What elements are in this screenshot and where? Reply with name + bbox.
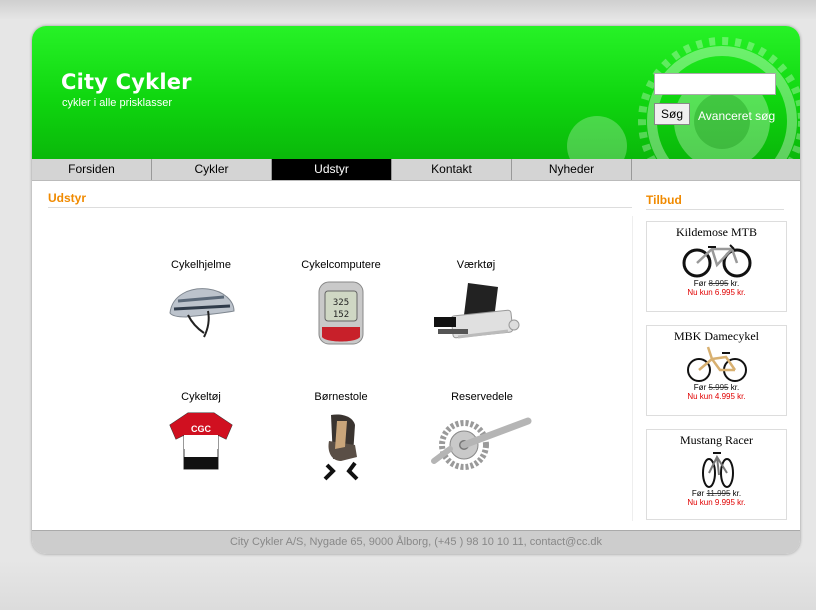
svg-text:CGC: CGC [191,424,212,434]
footer-contact-text: City Cykler A/S, Nygade 65, 9000 Ålborg,… [229,536,603,548]
svg-text:152: 152 [333,310,349,320]
category-clothing[interactable]: Cykeltøj CGC [141,391,261,471]
search-input[interactable] [654,73,776,95]
offer-now-price: Nu kun 4.995 kr. [687,392,746,401]
offer-before-price: Før 11.995 kr. [691,489,742,498]
site-title: City Cykler [61,70,192,94]
offers-title: Tilbud [646,193,682,207]
offer-name[interactable]: Kildemose MTB [647,225,786,240]
tool-kit-icon[interactable] [428,279,524,347]
offer-card[interactable]: Kildemose MTB Før 8.995 kr. Nu kun 6.995… [646,221,787,312]
nav-item-udstyr[interactable]: Udstyr [272,159,392,180]
nav-item-nyheder[interactable]: Nyheder [512,159,632,180]
category-tools[interactable]: Værktøj [416,259,536,347]
offer-now-price: Nu kun 9.995 kr. [687,498,746,507]
nav-item-kontakt[interactable]: Kontakt [392,159,512,180]
jersey-icon[interactable]: CGC [168,411,234,471]
racing-bike-icon[interactable] [697,449,737,489]
child-seat-icon[interactable] [313,411,369,481]
offer-before-price: Før 5.995 kr. [693,383,740,392]
bike-computer-icon[interactable]: 325 152 [316,279,366,347]
footer: City Cykler A/S, Nygade 65, 9000 Ålborg,… [32,530,800,554]
search-button[interactable]: Søg [654,103,690,125]
page-container: City Cykler cykler i alle prisklasser Sø… [32,26,800,554]
offer-name[interactable]: Mustang Racer [647,433,786,448]
offer-before-price: Før 8.995 kr. [693,279,740,288]
svg-text:325: 325 [333,298,349,308]
category-label[interactable]: Cykelcomputere [281,259,401,271]
column-divider [632,216,633,521]
offer-now-price: Nu kun 6.995 kr. [687,288,746,297]
nav-item-forsiden[interactable]: Forsiden [32,159,152,180]
category-label[interactable]: Værktøj [416,259,536,271]
crankset-icon[interactable] [430,411,534,471]
main-nav: Forsiden Cykler Udstyr Kontakt Nyheder [32,159,800,181]
offers-title-divider [646,209,784,210]
nav-item-cykler[interactable]: Cykler [152,159,272,180]
page-title: Udstyr [48,191,87,205]
offer-card[interactable]: Mustang Racer Før 11.995 kr. Nu kun 9.99… [646,429,787,520]
category-helmets[interactable]: Cykelhjelme [141,259,261,339]
offer-card[interactable]: MBK Damecykel Før 5.995 kr. Nu kun 4.995… [646,325,787,416]
category-label[interactable]: Børnestole [281,391,401,403]
category-label[interactable]: Cykelhjelme [141,259,261,271]
category-spare-parts[interactable]: Reservedele [422,391,542,471]
category-label[interactable]: Reservedele [422,391,542,403]
category-bike-computers[interactable]: Cykelcomputere 325 152 [281,259,401,347]
category-label[interactable]: Cykeltøj [141,391,261,403]
helmet-icon[interactable] [164,279,238,339]
header: City Cykler cykler i alle prisklasser Sø… [32,26,800,159]
offer-name[interactable]: MBK Damecykel [647,329,786,344]
city-bike-icon[interactable] [686,345,748,383]
advanced-search-link[interactable]: Avanceret søg [698,109,775,123]
mountain-bike-icon[interactable] [682,241,752,279]
site-tagline: cykler i alle prisklasser [62,97,173,109]
category-child-seats[interactable]: Børnestole [281,391,401,481]
title-divider [48,207,632,208]
